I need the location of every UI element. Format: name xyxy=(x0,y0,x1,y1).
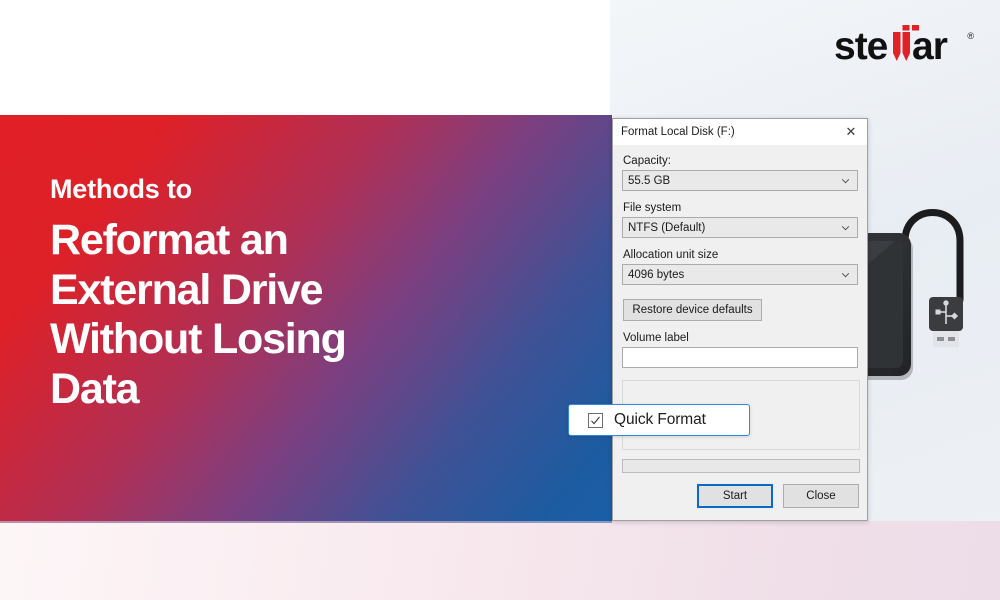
hero-headline: Reformat an External Drive Without Losin… xyxy=(50,216,570,416)
close-button[interactable]: Close xyxy=(783,484,859,508)
hero-text-block: Methods to Reformat an External Drive Wi… xyxy=(50,174,570,416)
quick-format-checkbox[interactable] xyxy=(588,412,603,428)
quick-format-callout[interactable]: Quick Format xyxy=(568,404,750,436)
dialog-title: Format Local Disk (F:) xyxy=(621,126,735,138)
dialog-action-bar: Start Close xyxy=(613,484,869,508)
svg-text:ar: ar xyxy=(912,25,948,68)
page-canvas: Methods to Reformat an External Drive Wi… xyxy=(0,0,1000,600)
allocation-unit-size-label: Allocation unit size xyxy=(623,249,719,261)
usb-cable xyxy=(901,209,964,304)
usb-connector xyxy=(929,297,963,347)
hero-banner: Methods to Reformat an External Drive Wi… xyxy=(0,115,612,521)
hero-headline-line-4: Data xyxy=(50,365,140,414)
close-icon[interactable]: ✕ xyxy=(835,119,867,144)
allocation-unit-size-value: 4096 bytes xyxy=(628,268,685,281)
file-system-label: File system xyxy=(623,202,682,214)
hero-bottom-edge xyxy=(0,521,612,523)
registered-trademark-icon: ® xyxy=(967,31,974,41)
stellar-logo: ste ar ® xyxy=(834,25,974,69)
capacity-value: 55.5 GB xyxy=(628,174,671,187)
hero-headline-line-1: Reformat an xyxy=(50,215,289,264)
usb-metal-tip xyxy=(933,331,959,347)
capacity-select[interactable]: 55.5 GB xyxy=(622,170,858,191)
checkmark-icon xyxy=(591,416,600,424)
format-disk-dialog[interactable]: Format Local Disk (F:) ✕ Capacity: 55.5 … xyxy=(612,118,868,521)
dialog-reflection: Start Close xyxy=(612,521,868,600)
file-system-value: NTFS (Default) xyxy=(628,221,706,234)
format-progress-bar xyxy=(622,459,860,473)
file-system-select[interactable]: NTFS (Default) xyxy=(622,217,858,238)
chevron-down-icon xyxy=(841,178,850,183)
chevron-down-icon xyxy=(841,225,850,230)
hero-kicker: Methods to xyxy=(50,174,192,204)
start-button[interactable]: Start xyxy=(697,484,773,508)
volume-label-label: Volume label xyxy=(623,332,689,344)
hero-headline-line-2: External Drive xyxy=(50,265,324,314)
stellar-logo-icon: ste ar xyxy=(834,25,949,68)
capacity-label: Capacity: xyxy=(623,155,671,167)
restore-device-defaults-button[interactable]: Restore device defaults xyxy=(623,299,762,321)
chevron-down-icon xyxy=(841,272,850,277)
svg-text:ste: ste xyxy=(834,25,888,68)
dialog-titlebar: Format Local Disk (F:) ✕ xyxy=(613,119,867,145)
quick-format-label: Quick Format xyxy=(614,411,706,428)
volume-label-input[interactable] xyxy=(622,347,858,368)
dialog-body: Capacity: 55.5 GB File system NTFS (Defa… xyxy=(613,145,867,368)
hero-headline-line-3: Without Losing xyxy=(50,315,347,364)
allocation-unit-size-select[interactable]: 4096 bytes xyxy=(622,264,858,285)
